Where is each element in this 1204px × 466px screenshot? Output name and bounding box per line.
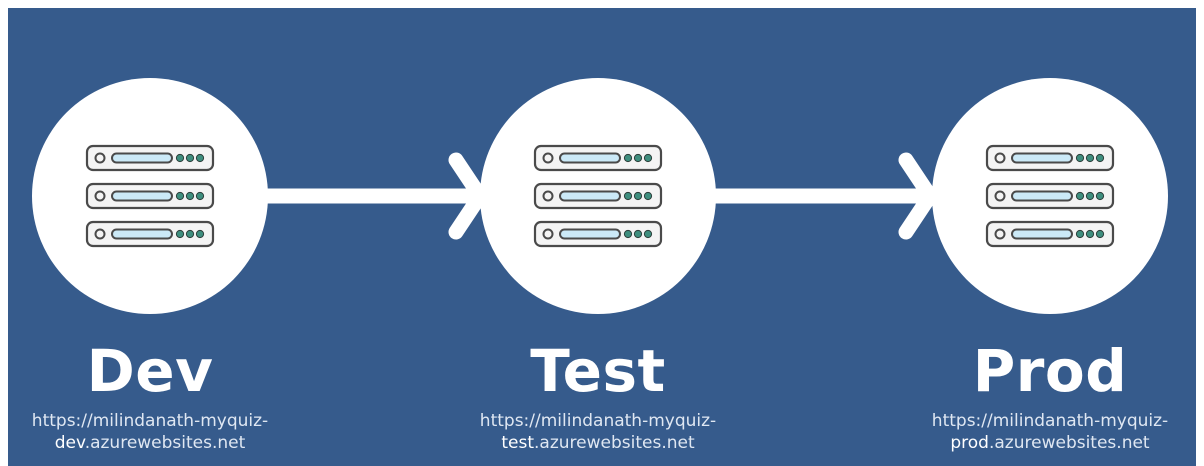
env-url-test-line1: https://milindanath-myquiz- xyxy=(479,411,717,431)
env-url-prod-prefix: prod xyxy=(950,433,989,453)
server-rack-icon xyxy=(87,146,213,246)
env-url-test[interactable]: https://milindanath-myquiz- test.azurewe… xyxy=(438,410,758,454)
env-url-prod[interactable]: https://milindanath-myquiz- prod.azurewe… xyxy=(890,410,1196,454)
env-url-prod-line1: https://milindanath-myquiz- xyxy=(931,411,1169,431)
env-url-dev[interactable]: https://milindanath-myquiz- dev.azureweb… xyxy=(8,410,310,454)
env-url-dev-prefix: dev xyxy=(54,433,85,453)
arrow-dev-to-test xyxy=(258,152,488,240)
env-url-test-suffix: .azurewebsites.net xyxy=(534,433,695,453)
env-url-prod-line2: prod.azurewebsites.net xyxy=(890,432,1196,454)
node-dev xyxy=(32,78,268,314)
pipeline-diagram: Dev https://milindanath-myquiz- dev.azur… xyxy=(8,8,1196,466)
env-url-test-line2: test.azurewebsites.net xyxy=(438,432,758,454)
server-rack-icon xyxy=(535,146,661,246)
env-url-dev-line2: dev.azurewebsites.net xyxy=(8,432,310,454)
env-url-prod-suffix: .azurewebsites.net xyxy=(988,433,1150,453)
node-test xyxy=(480,78,716,314)
server-rack-icon xyxy=(987,146,1113,246)
env-title-test: Test xyxy=(530,337,666,405)
env-url-dev-line1: https://milindanath-myquiz- xyxy=(31,411,269,431)
env-title-dev: Dev xyxy=(86,337,214,405)
env-url-test-prefix: test xyxy=(501,433,535,453)
env-url-dev-suffix: .azurewebsites.net xyxy=(84,433,246,453)
env-title-prod: Prod xyxy=(972,337,1128,405)
node-prod xyxy=(932,78,1168,314)
arrow-test-to-prod xyxy=(706,152,938,240)
